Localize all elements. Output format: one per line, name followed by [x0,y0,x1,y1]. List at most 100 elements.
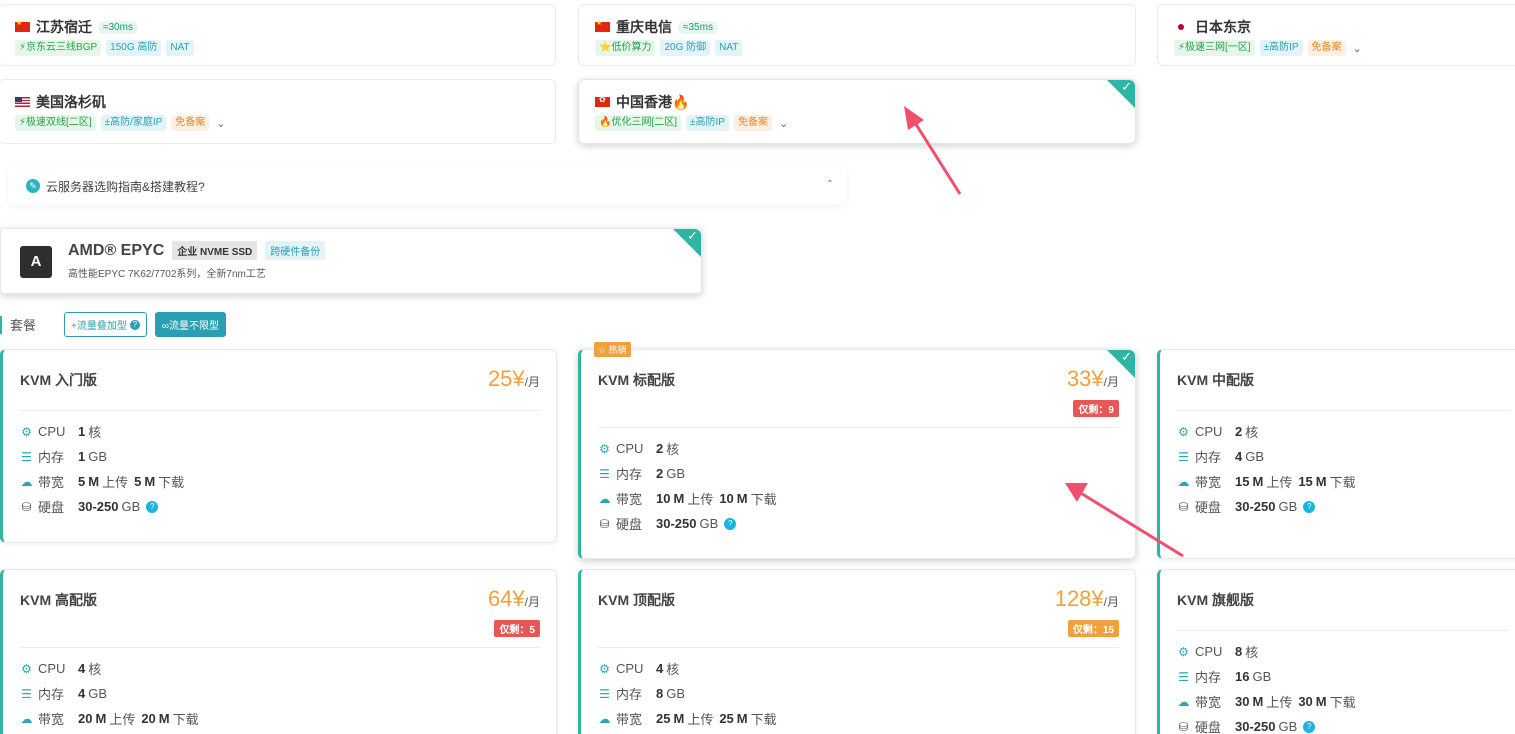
plan-card[interactable]: KVM 顶配版 128¥/月 仅剩：15 ⚙ CPU 4 核 ☰ 内存 8 GB ☁ 带宽 25 M 上… [578,569,1136,734]
spec-label: 带宽 [616,712,643,727]
region-title: 中国香港🔥 [595,92,689,112]
region-tag: ±高防IP [686,115,729,131]
plan-specs: ⚙ CPU 2 核 ☰ 内存 2 GB ☁ 带宽 10 M 上传 10 M 下载 ⛁ 硬盘 30-250 GB? [598,436,783,536]
hot-badge: ☆ 热销 [594,342,631,357]
region-card[interactable]: 中国香港🔥 🔥优化三网[二区]±高防IP免备案 ⌄ ✓ [578,79,1136,144]
section-marker [0,315,2,334]
mem-value: 16 [1235,669,1250,684]
download-value: 25 [719,711,734,726]
plan-card[interactable]: KVM 中配版 ⚙ CPU 2 核 ☰ 内存 4 GB ☁ 带宽 15 M 上传 15 M 下载 ⛁ 硬盘 3… [1157,349,1515,559]
mem-value: 1 [78,449,86,464]
plan-card[interactable]: KVM 高配版 64¥/月 仅剩：5 ⚙ CPU 4 核 ☰ 内存 4 GB ☁ 带宽 20 M 上传 2… [0,569,557,734]
spec-label: 内存 [616,467,643,482]
region-tag: 🔥优化三网[二区] [595,115,682,131]
spec-label: 带宽 [616,492,643,507]
plan-card[interactable]: KVM 旗舰版 ⚙ CPU 8 核 ☰ 内存 16 GB ☁ 带宽 30 M 上传 30 M 下载 ⛁ 硬盘… [1157,569,1515,734]
region-title: 日本东京 [1174,17,1251,37]
memory-icon: ☰ [21,686,32,701]
spec-memory: ☰ 内存 1 GB [20,444,190,469]
price-period: /月 [524,595,540,609]
region-card[interactable]: 日本东京 ⚡极速三网[一区] ±高防IP 免备案 ⌄ [1157,4,1515,66]
region-tags: ⚡极速双线[二区] ±高防/家庭IP 免备案 ⌄ [15,115,226,131]
unlimited-traffic-button[interactable]: ∞流量不限型 [154,312,226,337]
upload-value: 25 [656,711,671,726]
mem-value: 4 [78,686,86,701]
unit-m: M [158,711,170,726]
cpu-option-amd-epyc[interactable]: A AMD® EPYC 企业 NVME SSD 跨硬件备份 高性能EPYC 7K… [0,228,702,294]
cpu-value: 8 [1235,644,1243,659]
divider [598,647,1119,648]
spec-label: 内存 [38,450,65,465]
help-icon[interactable]: ? [1303,500,1316,513]
plan-card[interactable]: KVM 入门版 25¥/月 ⚙ CPU 1 核 ☰ 内存 1 GB ☁ 带宽 5 M 上传 5 M 下载 ⛁… [0,349,557,543]
plan-name: KVM 旗舰版 [1177,592,1254,608]
unit: 上传 [687,712,714,727]
plan-name: KVM 高配版 [20,592,97,608]
spec-label: CPU [1195,424,1223,439]
flag-cn-icon [15,19,30,32]
spec-label: CPU [616,661,644,676]
region-tag: NAT [166,40,194,56]
unit: 核 [88,662,102,677]
unit: 下载 [1329,695,1356,710]
region-title: 重庆电信 ≈35ms [595,17,718,37]
chevron-down-icon[interactable]: ⌄ [216,117,225,130]
unit: 下载 [1329,475,1356,490]
ping-badge: ≈35ms [678,20,718,34]
price-value: 33¥ [1066,366,1104,391]
chevron-down-icon[interactable]: ⌄ [1353,42,1362,55]
traffic-add-button[interactable]: +流量叠加型 ? [64,312,147,337]
help-icon[interactable]: ? [146,500,159,513]
unit: 核 [666,662,680,677]
region-tag: 20G 防御 [660,40,711,56]
region-card[interactable]: 重庆电信 ≈35ms ⭐低价算力20G 防御NAT [578,4,1136,66]
spec-cpu: ⚙ CPU 2 核 [598,436,783,461]
price-value: 64¥ [487,586,525,611]
divider [20,647,540,648]
spec-label: 内存 [1195,670,1222,685]
region-tag: 免备案 [733,115,772,131]
spec-bandwidth: ☁ 带宽 10 M 上传 10 M 下载 [598,486,783,511]
unit: 上传 [687,492,714,507]
mem-value: 8 [656,686,664,701]
disk-icon: ⛁ [21,499,32,514]
plan-card[interactable]: ☆ 热销 KVM 标配版 33¥/月 仅剩：9 ⚙ CPU 2 核 ☰ 内存 2 GB ☁ 带宽 10… [578,342,1136,559]
region-card[interactable]: 江苏宿迁 ≈30ms ⚡京东云三线BGP150G 高防NAT [0,4,556,66]
download-value: 10 [719,491,734,506]
region-tag: ±高防IP [1259,40,1303,56]
spec-cpu: ⚙ CPU 8 核 [1177,639,1362,664]
unit: GB [88,686,108,701]
spec-bandwidth: ☁ 带宽 30 M 上传 30 M 下载 [1177,689,1362,714]
plan-specs: ⚙ CPU 2 核 ☰ 内存 4 GB ☁ 带宽 15 M 上传 15 M 下载 ⛁ 硬盘 30-250 GB? [1177,419,1362,519]
spec-label: CPU [38,424,66,439]
region-card[interactable]: 美国洛杉矶 ⚡极速双线[二区] ±高防/家庭IP 免备案 ⌄ [0,79,556,144]
chevron-up-icon[interactable]: ⌃ [826,179,834,190]
region-tag: NAT [715,40,743,56]
plan-specs: ⚙ CPU 1 核 ☰ 内存 1 GB ☁ 带宽 5 M 上传 5 M 下载 ⛁ 硬盘 30-250 GB? [20,419,190,519]
region-name: 中国香港🔥 [616,94,690,110]
divider [1177,410,1510,411]
unit-m: M [1252,474,1264,489]
region-tags: 🔥优化三网[二区] ±高防IP 免备案 ⌄ [595,115,788,131]
price-period: /月 [524,375,540,389]
spec-label: CPU [1195,644,1223,659]
help-icon[interactable]: ? [724,517,737,530]
download-value: 15 [1298,474,1313,489]
unit: 核 [666,442,680,457]
unit: GB [121,499,141,514]
upload-value: 10 [656,491,671,506]
spec-bandwidth: ☁ 带宽 20 M 上传 20 M 下载 [20,706,205,731]
spec-disk: ⛁硬盘30-250GB? [1177,714,1362,734]
help-icon[interactable]: ? [1303,720,1316,733]
spec-disk: ⛁硬盘30-250GB? [1177,494,1362,519]
guide-bar[interactable]: ✎ 云服务器选购指南&搭建教程? ⌃ [8,167,846,205]
chevron-down-icon[interactable]: ⌄ [779,117,788,130]
help-icon[interactable]: ? [129,319,140,330]
region-tag: ⚡极速双线[二区] [15,115,96,131]
spec-disk: ⛁硬盘30-250GB? [598,511,783,536]
disk-icon: ⛁ [599,516,610,531]
unit: GB [88,449,108,464]
cpu-icon: ⚙ [21,424,32,439]
mem-value: 4 [1235,449,1243,464]
spec-cpu: ⚙ CPU 1 核 [20,419,190,444]
